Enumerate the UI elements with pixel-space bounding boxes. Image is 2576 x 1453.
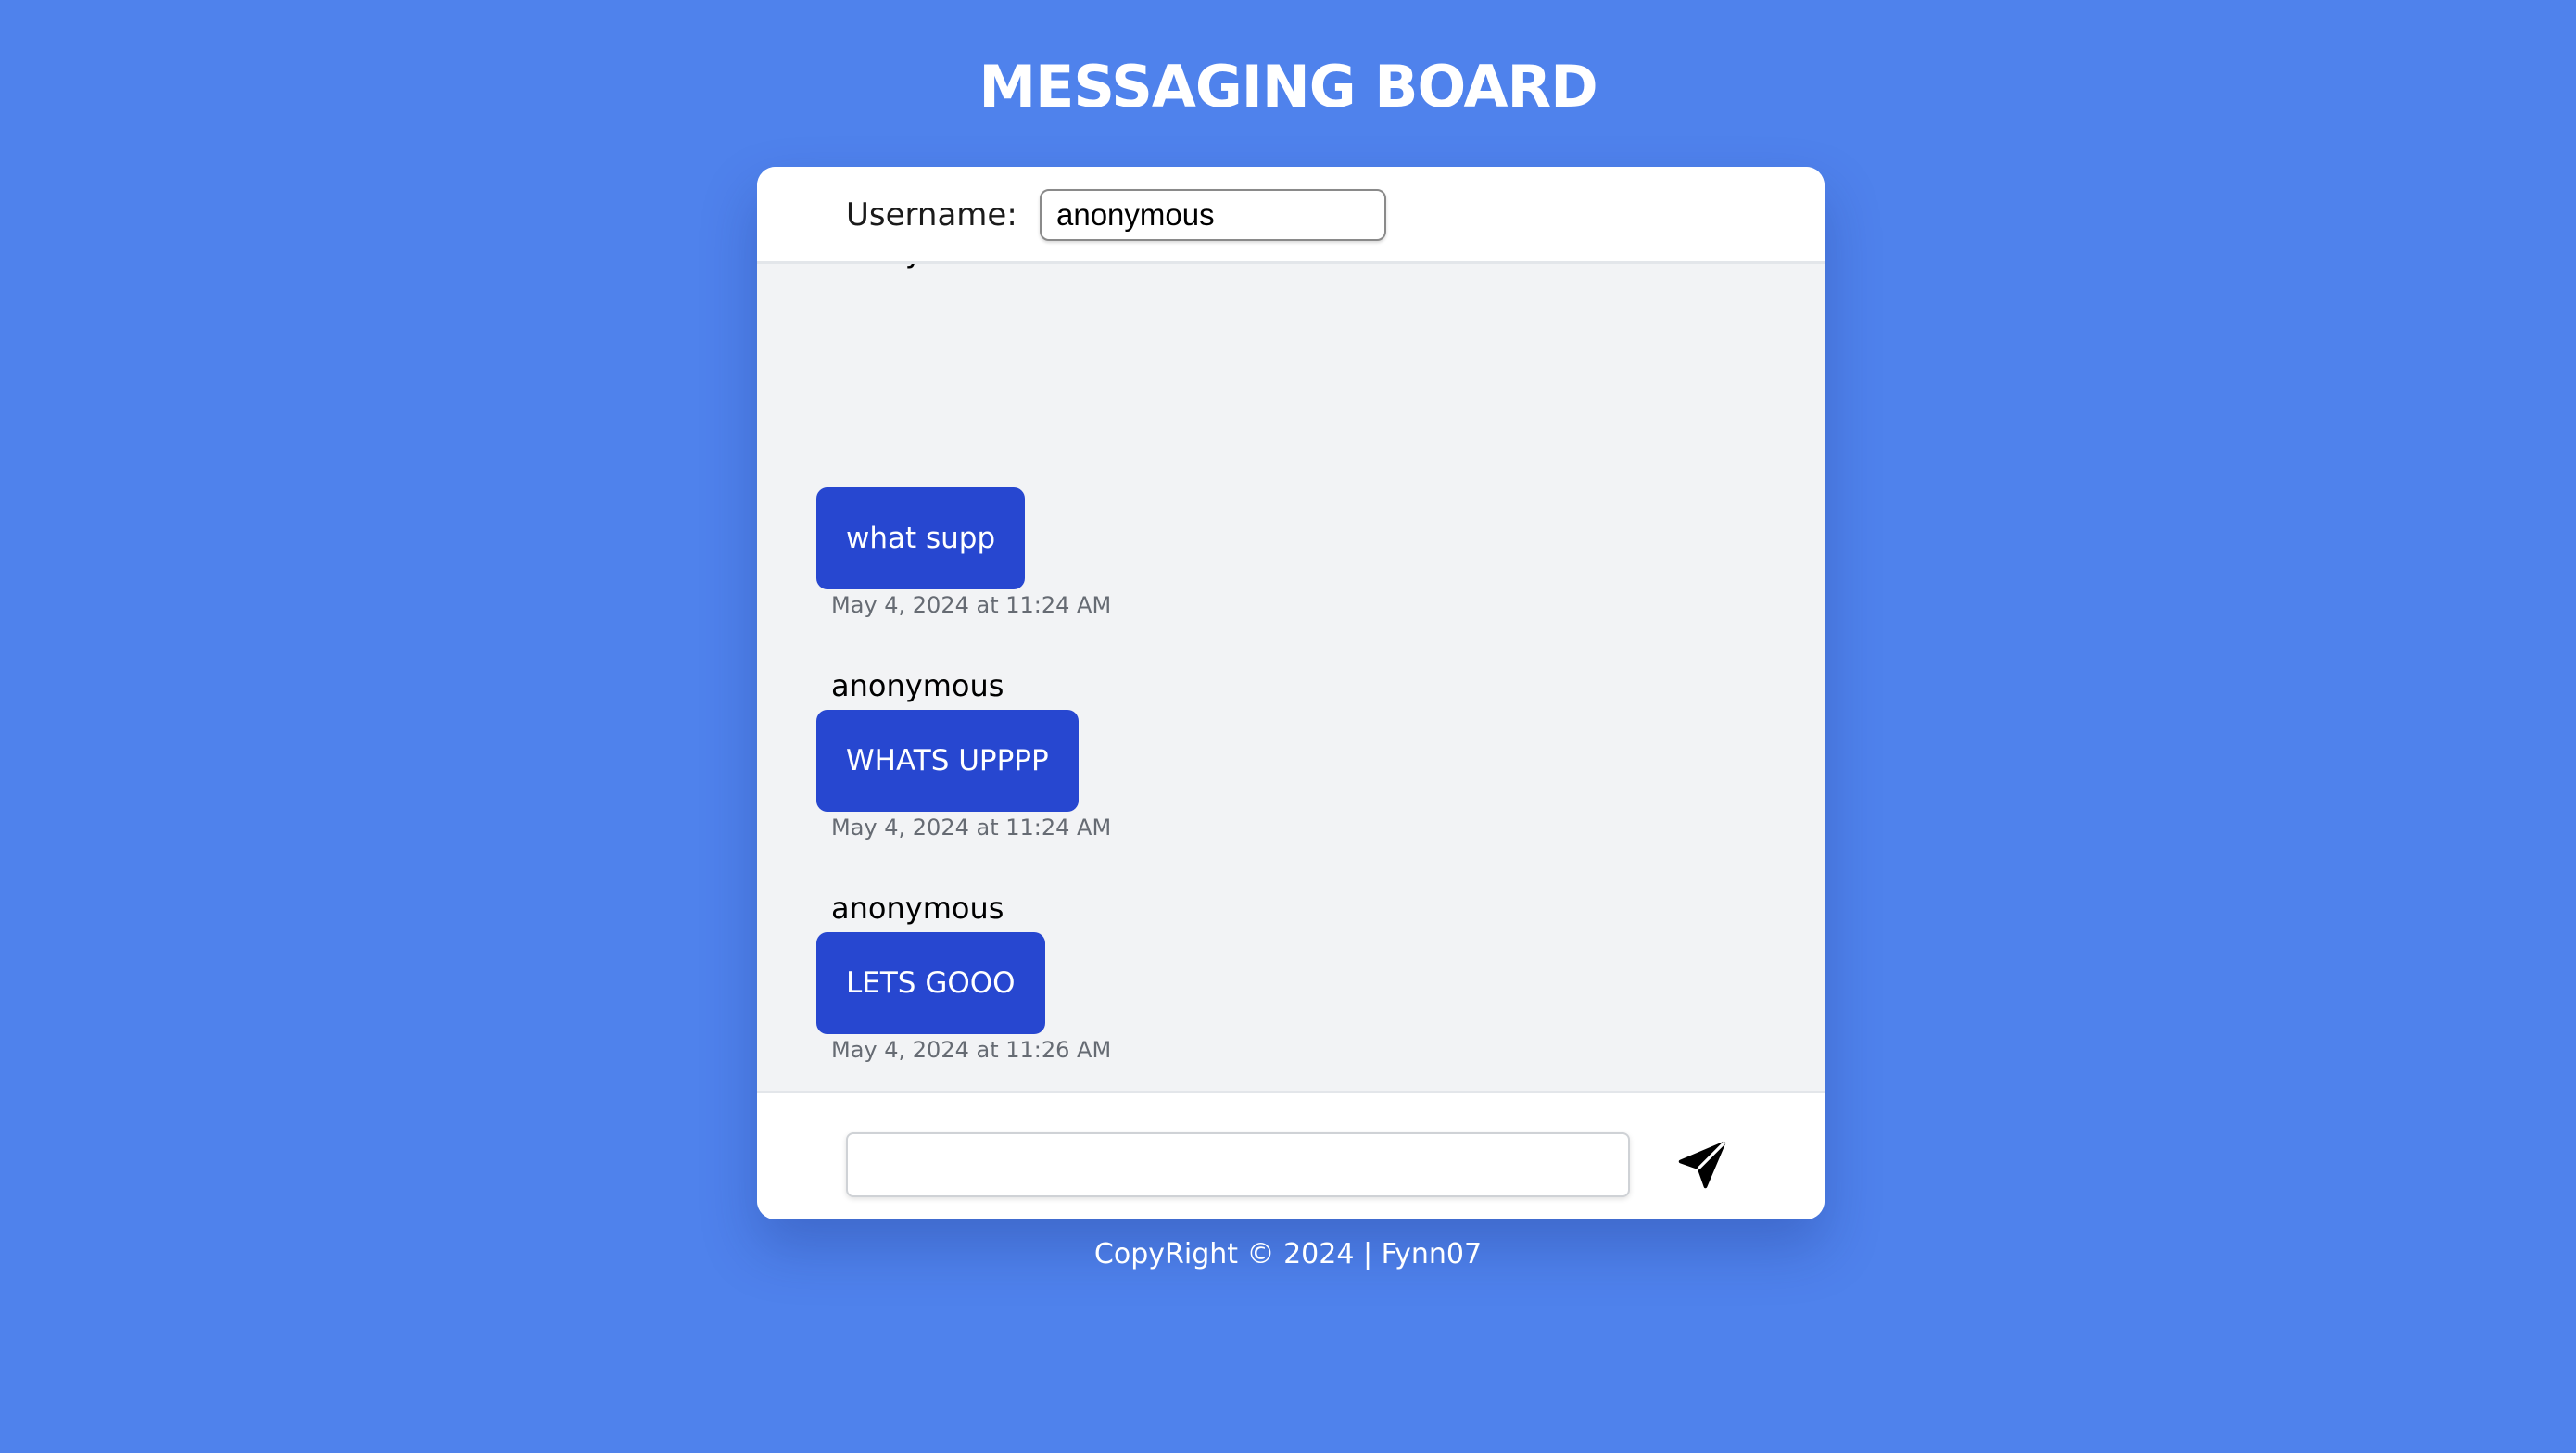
message-username: anonymous: [831, 264, 1004, 271]
message-timestamp: May 4, 2024 at 11:24 AM: [831, 815, 1112, 840]
message-board-card: Username: anonymous what supp May 4, 202…: [757, 167, 1825, 1219]
page-title: MESSAGING BOARD: [979, 53, 1597, 120]
send-button[interactable]: [1670, 1132, 1735, 1197]
send-icon: [1678, 1141, 1726, 1189]
message-composer: [757, 1091, 1825, 1219]
message-bubble: LETS GOOO: [816, 932, 1045, 1034]
message-bubble: what supp: [816, 487, 1026, 589]
username-label: Username:: [846, 196, 1017, 234]
username-bar: Username:: [757, 167, 1825, 264]
username-input[interactable]: [1040, 189, 1386, 241]
message-username: anonymous: [831, 891, 1004, 926]
message-bubble: WHATS UPPPP: [816, 710, 1079, 812]
copyright-footer: CopyRight © 2024 | Fynn07: [1093, 1238, 1483, 1270]
message-username: anonymous: [831, 668, 1004, 703]
message-list[interactable]: anonymous what supp May 4, 2024 at 11:24…: [757, 264, 1825, 1091]
message-timestamp: May 4, 2024 at 11:24 AM: [831, 592, 1112, 618]
message-input[interactable]: [846, 1132, 1630, 1197]
message-timestamp: May 4, 2024 at 11:26 AM: [831, 1037, 1112, 1063]
